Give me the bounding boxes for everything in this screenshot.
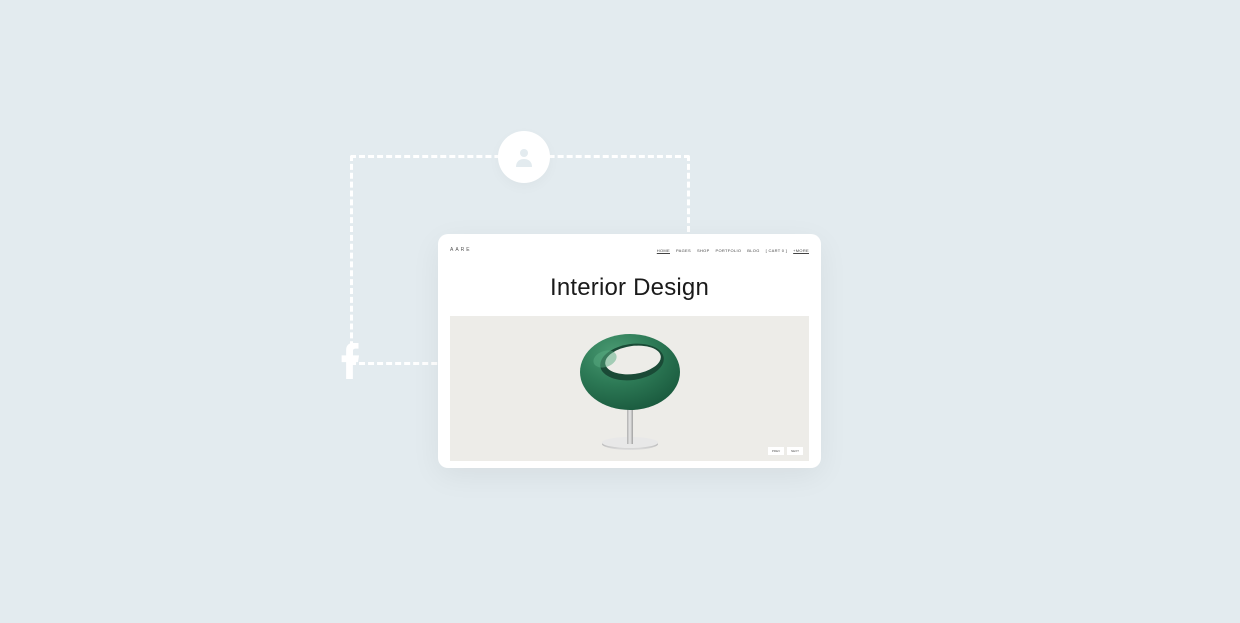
website-preview-card: AARE HOME PAGES SHOP PORTFOLIO BLOG [ CA…	[438, 234, 821, 468]
profile-circle	[498, 131, 550, 183]
prev-button[interactable]: PREV	[768, 447, 784, 455]
nav-item[interactable]: BLOG	[747, 248, 759, 253]
nav-item[interactable]: SHOP	[697, 248, 710, 253]
nav-item[interactable]: +MORE	[793, 248, 809, 253]
nav-menu: HOME PAGES SHOP PORTFOLIO BLOG [ CART 0 …	[657, 248, 809, 253]
nav-item[interactable]: PORTFOLIO	[716, 248, 742, 253]
hero-image-area: PREV NEXT	[450, 316, 809, 461]
site-logo: AARE	[450, 247, 472, 253]
preview-header: AARE HOME PAGES SHOP PORTFOLIO BLOG [ CA…	[450, 244, 809, 256]
page-title: Interior Design	[450, 274, 809, 302]
nav-item[interactable]: [ CART 0 ]	[766, 248, 788, 253]
facebook-icon-container	[340, 343, 368, 379]
hero-nav-buttons: PREV NEXT	[768, 447, 803, 455]
profile-icon	[512, 145, 536, 169]
chair-illustration	[560, 324, 700, 454]
facebook-icon	[340, 343, 368, 379]
nav-item[interactable]: PAGES	[676, 248, 691, 253]
next-button[interactable]: NEXT	[787, 447, 803, 455]
nav-item[interactable]: HOME	[657, 248, 670, 253]
